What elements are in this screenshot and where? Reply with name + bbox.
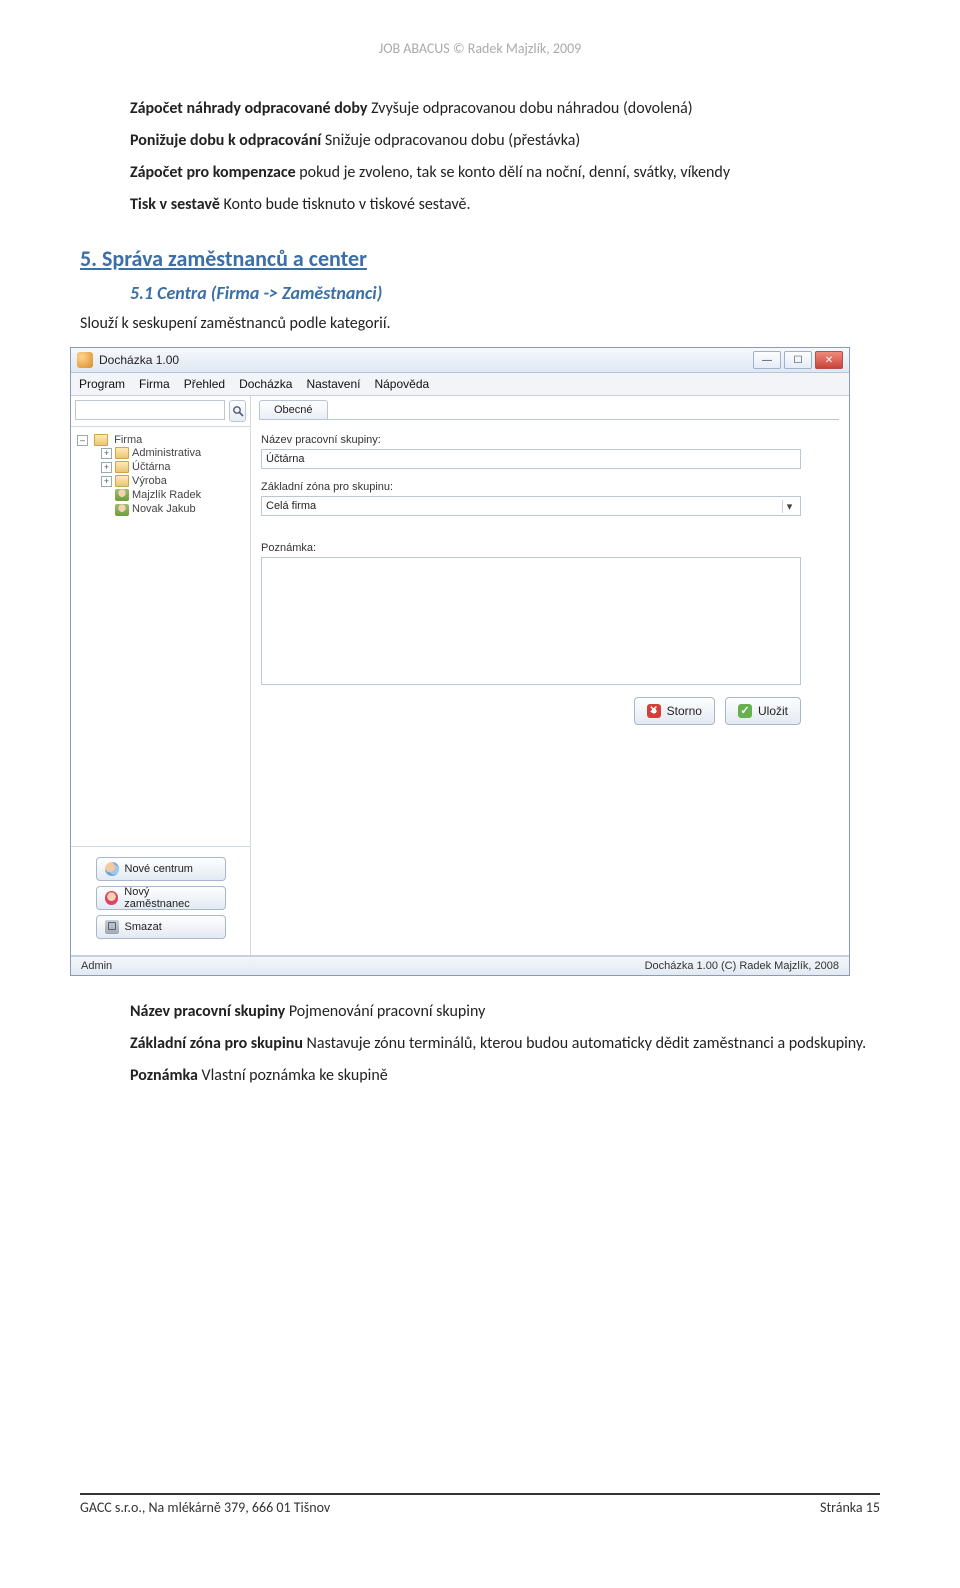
doc-header: JOB ABACUS © Radek Majzlík, 2009 bbox=[80, 40, 880, 57]
tree: – Firma +Administrativa +Účtárna +Výroba… bbox=[71, 427, 250, 846]
folder-icon bbox=[94, 434, 108, 446]
text-line: Ponižuje dobu k odpracování Snižuje odpr… bbox=[130, 129, 880, 153]
trash-icon bbox=[105, 920, 119, 934]
group-name-label: Název pracovní skupiny: bbox=[261, 434, 381, 446]
footer-right: Stránka 15 bbox=[820, 1499, 880, 1516]
app-window: Docházka 1.00 — ☐ ✕ Program Firma Přehle… bbox=[70, 347, 850, 976]
footer-left: GACC s.r.o., Na mlékárně 379, 666 01 Tiš… bbox=[80, 1499, 330, 1516]
new-employee-button[interactable]: Nový zaměstnanec bbox=[96, 886, 226, 910]
menu-program[interactable]: Program bbox=[79, 377, 125, 391]
menubar: Program Firma Přehled Docházka Nastavení… bbox=[71, 373, 849, 396]
heading-centra: 5.1 Centra (Firma -> Zaměstnanci) bbox=[130, 282, 880, 304]
note-textarea[interactable] bbox=[261, 557, 801, 685]
zone-select[interactable]: Celá firma ▾ bbox=[261, 496, 801, 516]
status-user: Admin bbox=[81, 960, 112, 972]
menu-prehled[interactable]: Přehled bbox=[184, 377, 225, 391]
check-icon bbox=[738, 704, 752, 718]
menu-napoveda[interactable]: Nápověda bbox=[374, 377, 429, 391]
tree-group[interactable]: +Výroba bbox=[97, 474, 248, 488]
tree-group[interactable]: +Účtárna bbox=[97, 460, 248, 474]
main-panel: Obecné Název pracovní skupiny: Účtárna Z… bbox=[251, 396, 849, 955]
expand-icon[interactable]: + bbox=[101, 462, 112, 473]
collapse-icon[interactable]: – bbox=[77, 435, 88, 446]
note-label: Poznámka: bbox=[261, 542, 316, 554]
new-center-button[interactable]: Nové centrum bbox=[96, 857, 226, 881]
statusbar: Admin Docházka 1.00 (C) Radek Majzlík, 2… bbox=[71, 956, 849, 975]
text-line: Poznámka Vlastní poznámka ke skupině bbox=[130, 1064, 880, 1088]
folder-icon bbox=[115, 475, 129, 487]
search-button[interactable] bbox=[229, 400, 246, 422]
text-line: Zápočet pro kompenzace pokud je zvoleno,… bbox=[130, 161, 880, 185]
chevron-down-icon: ▾ bbox=[782, 500, 796, 513]
user-icon bbox=[105, 891, 119, 905]
menu-firma[interactable]: Firma bbox=[139, 377, 170, 391]
users-icon bbox=[105, 862, 119, 876]
app-icon bbox=[77, 352, 93, 368]
text-line: Zápočet náhrady odpracované doby Zvyšuje… bbox=[130, 97, 880, 121]
menu-dochazka[interactable]: Docházka bbox=[239, 377, 292, 391]
person-icon bbox=[115, 504, 129, 516]
save-button[interactable]: Uložit bbox=[725, 697, 801, 725]
text-line: Základní zóna pro skupinu Nastavuje zónu… bbox=[130, 1032, 880, 1056]
titlebar: Docházka 1.00 — ☐ ✕ bbox=[71, 348, 849, 373]
cancel-icon bbox=[647, 704, 661, 718]
zone-label: Základní zóna pro skupinu: bbox=[261, 481, 393, 493]
menu-nastaveni[interactable]: Nastavení bbox=[306, 377, 360, 391]
person-icon bbox=[115, 489, 129, 501]
tree-group[interactable]: +Administrativa bbox=[97, 446, 248, 460]
cancel-button[interactable]: Storno bbox=[634, 697, 715, 725]
delete-button[interactable]: Smazat bbox=[96, 915, 226, 939]
sidebar: – Firma +Administrativa +Účtárna +Výroba… bbox=[71, 396, 251, 955]
text-line: Název pracovní skupiny Pojmenování praco… bbox=[130, 1000, 880, 1024]
text-line: Tisk v sestavě Konto bude tisknuto v tis… bbox=[130, 193, 880, 217]
magnifier-icon bbox=[232, 405, 244, 417]
intro-paragraph: Slouží k seskupení zaměstnanců podle kat… bbox=[80, 314, 880, 333]
status-right: Docházka 1.00 (C) Radek Majzlík, 2008 bbox=[645, 960, 839, 972]
window-title: Docházka 1.00 bbox=[99, 353, 753, 367]
expand-icon[interactable]: + bbox=[101, 448, 112, 459]
expand-icon[interactable]: + bbox=[101, 476, 112, 487]
group-name-input[interactable]: Účtárna bbox=[261, 449, 801, 469]
tree-person[interactable]: Majzlík Radek bbox=[97, 488, 248, 502]
tree-root[interactable]: – Firma +Administrativa +Účtárna +Výroba… bbox=[73, 433, 248, 518]
tree-person[interactable]: Novak Jakub bbox=[97, 502, 248, 516]
heading-sprava: 5. Správa zaměstnanců a center bbox=[80, 245, 880, 272]
tab-general[interactable]: Obecné bbox=[259, 400, 328, 419]
search-input[interactable] bbox=[75, 400, 225, 420]
close-button[interactable]: ✕ bbox=[815, 351, 843, 369]
maximize-button[interactable]: ☐ bbox=[784, 351, 812, 369]
doc-footer: GACC s.r.o., Na mlékárně 379, 666 01 Tiš… bbox=[80, 1493, 880, 1516]
folder-icon bbox=[115, 461, 129, 473]
folder-icon bbox=[115, 447, 129, 459]
minimize-button[interactable]: — bbox=[753, 351, 781, 369]
